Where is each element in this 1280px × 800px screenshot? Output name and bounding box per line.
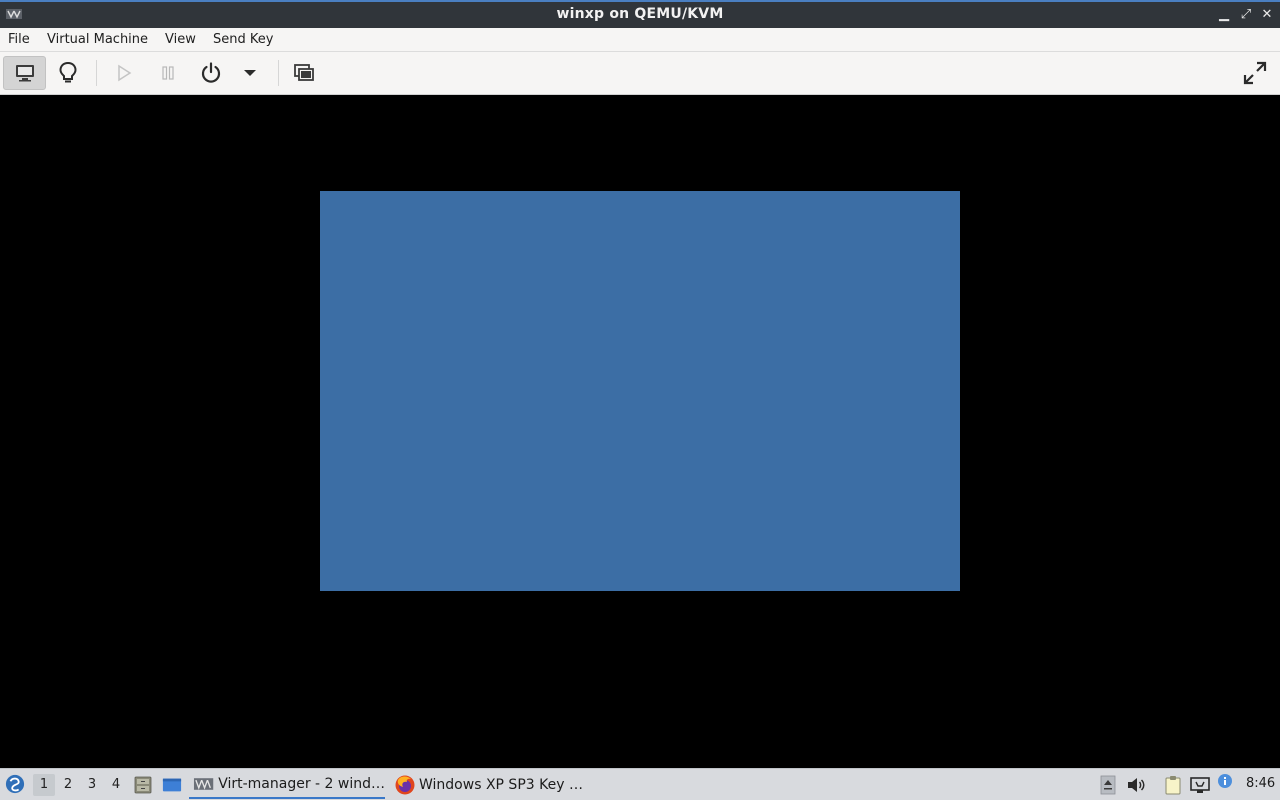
firefox-icon <box>395 775 415 795</box>
lightbulb-icon <box>59 61 77 83</box>
power-icon <box>201 62 221 83</box>
menu-send-key[interactable]: Send Key <box>213 32 273 47</box>
shutdown-menu-button[interactable] <box>238 56 262 90</box>
start-menu-button[interactable] <box>5 774 25 794</box>
workspace-2[interactable]: 2 <box>57 774 79 796</box>
show-desktop-button[interactable] <box>162 775 182 795</box>
chevron-down-icon <box>244 70 256 76</box>
details-view-button[interactable] <box>52 56 84 90</box>
file-manager-launcher[interactable] <box>133 775 153 795</box>
toolbar-separator <box>278 60 279 86</box>
desktop-icon <box>162 778 182 792</box>
panel-clock[interactable]: 8:46 <box>1246 776 1275 791</box>
workspace-1[interactable]: 1 <box>33 774 55 796</box>
menu-file[interactable]: File <box>8 32 30 47</box>
console-view-button[interactable] <box>3 56 46 90</box>
toolbar <box>0 52 1280 95</box>
volume-control[interactable] <box>1126 775 1146 795</box>
close-button[interactable]: ✕ <box>1258 6 1276 24</box>
maximize-button[interactable]: ⤢ <box>1237 6 1255 24</box>
window-titlebar[interactable]: winxp on QEMU/KVM ▁ ⤢ ✕ <box>0 0 1280 28</box>
menu-virtual-machine[interactable]: Virtual Machine <box>47 32 148 47</box>
menu-bar: File Virtual Machine View Send Key <box>0 28 1280 52</box>
monitor-icon <box>15 65 34 82</box>
virt-manager-icon <box>193 778 214 790</box>
run-button[interactable] <box>110 56 138 90</box>
taskbar-item-label: Virt-manager - 2 wind… <box>218 776 385 792</box>
clipboard-icon <box>1165 776 1181 795</box>
fullscreen-icon <box>1243 61 1267 85</box>
network-status[interactable] <box>1190 775 1210 795</box>
snapshots-icon <box>294 64 314 81</box>
toolbar-separator <box>96 60 97 86</box>
clipboard-manager[interactable] <box>1163 775 1183 795</box>
workspace-4[interactable]: 4 <box>105 774 127 796</box>
taskbar-item-virt-manager[interactable]: Virt-manager - 2 wind… <box>189 771 385 799</box>
window-title: winxp on QEMU/KVM <box>556 6 724 22</box>
snapshots-button[interactable] <box>288 56 320 90</box>
shutdown-button[interactable] <box>196 56 226 90</box>
taskbar-panel: 1 2 3 4 Virt-manager - 2 wind… Windows X… <box>0 768 1280 800</box>
distro-logo-icon <box>5 774 25 794</box>
tray-expand-button[interactable] <box>1098 775 1118 795</box>
taskbar-item-label: Windows XP SP3 Key … <box>419 777 583 793</box>
pause-icon <box>162 66 174 80</box>
minimize-button[interactable]: ▁ <box>1215 6 1233 24</box>
pause-button[interactable] <box>154 56 182 90</box>
network-wired-icon <box>1190 777 1210 793</box>
vm-console-display[interactable] <box>0 95 1280 768</box>
fullscreen-button[interactable] <box>1238 56 1272 90</box>
guest-screen[interactable] <box>320 191 960 591</box>
info-bubble-icon <box>1218 774 1232 788</box>
play-icon <box>118 64 132 82</box>
menu-view[interactable]: View <box>165 32 196 47</box>
workspace-3[interactable]: 3 <box>81 774 103 796</box>
taskbar-item-firefox[interactable]: Windows XP SP3 Key … <box>392 771 592 799</box>
notification-indicator[interactable] <box>1215 772 1235 792</box>
file-cabinet-icon <box>134 776 152 794</box>
speaker-icon <box>1128 778 1145 792</box>
tray-arrow-icon <box>1100 775 1116 795</box>
